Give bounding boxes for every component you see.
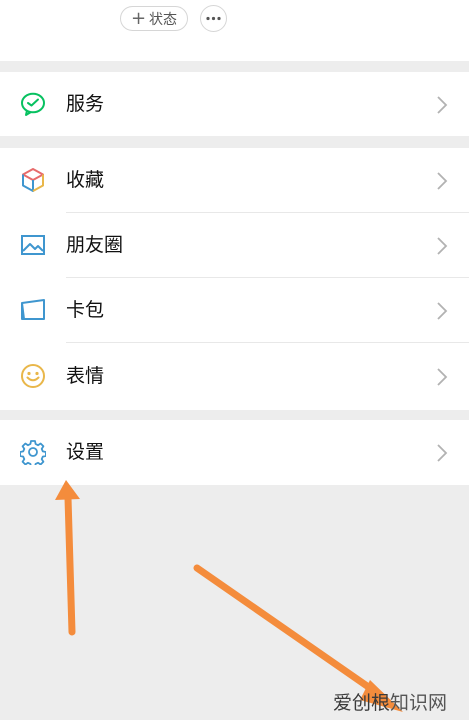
annotation-arrows <box>55 480 403 712</box>
watermark: 爱创根知识网 <box>333 688 447 715</box>
watermark-part-1: 爱创根 <box>333 692 391 714</box>
watermark-part-2: 知识网 <box>390 692 448 714</box>
arrow-up-annotation <box>55 480 80 636</box>
